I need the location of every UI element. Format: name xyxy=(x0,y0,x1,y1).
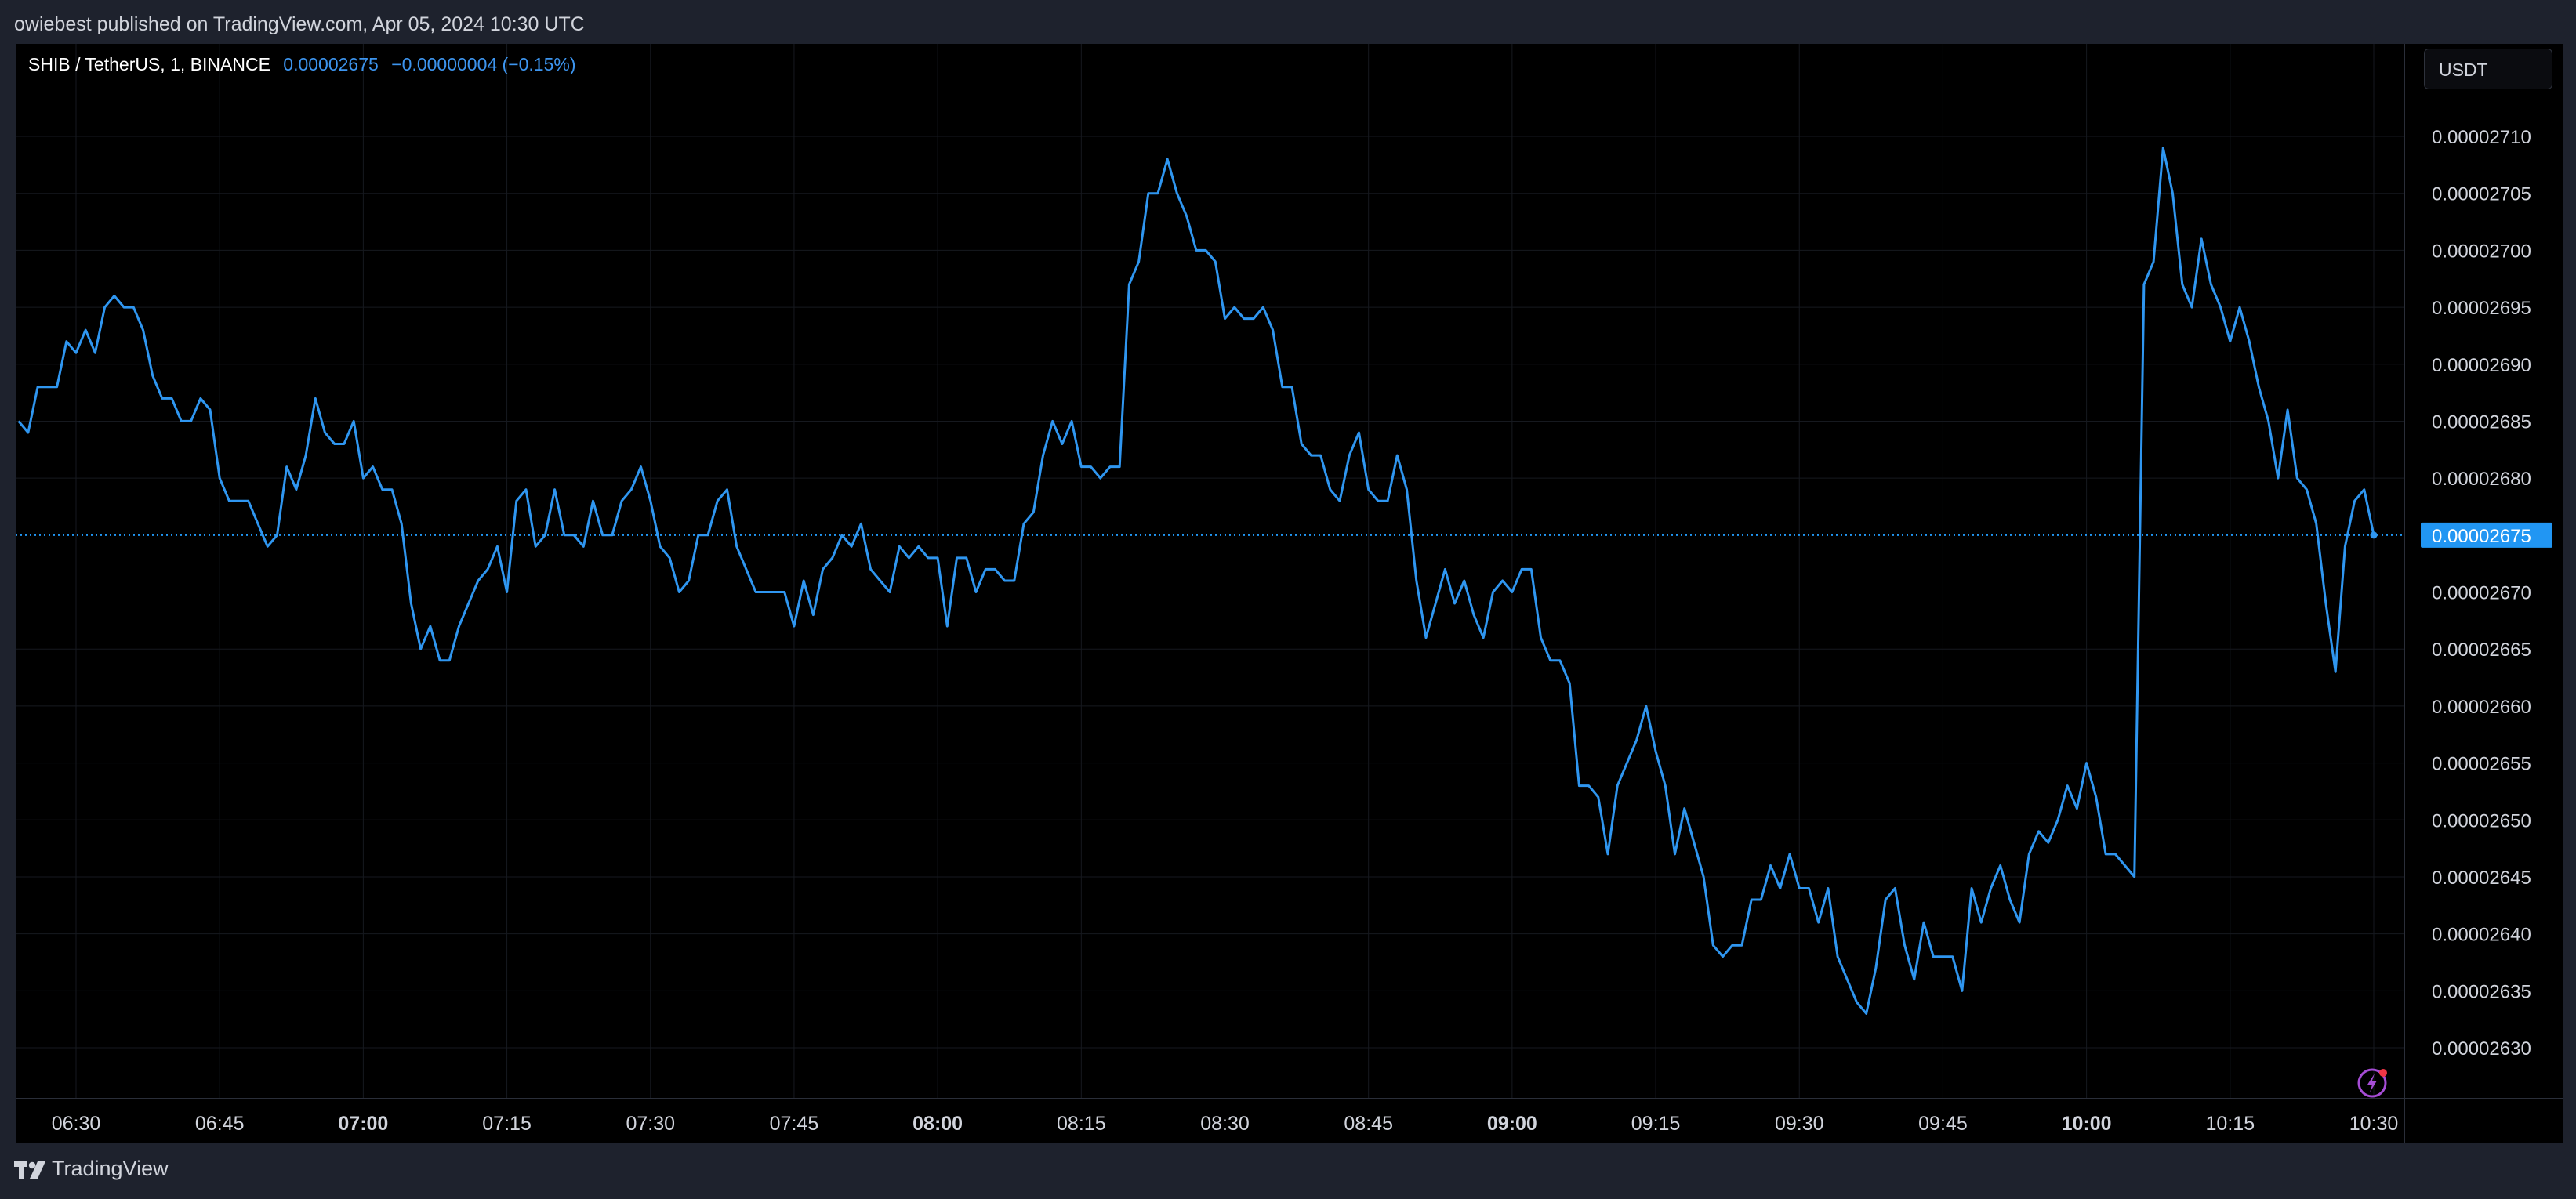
price-tick-label: 0.00002635 xyxy=(2432,981,2531,1002)
time-tick-label: 06:45 xyxy=(195,1113,245,1135)
time-tick-label: 10:15 xyxy=(2206,1113,2255,1135)
currency-button[interactable]: USDT xyxy=(2424,49,2552,89)
last-price-tag-label: 0.00002675 xyxy=(2432,526,2531,547)
time-tick-label: 09:00 xyxy=(1487,1113,1537,1135)
price-tick-label: 0.00002645 xyxy=(2432,868,2531,889)
price-tick-label: 0.00002695 xyxy=(2432,298,2531,319)
symbol-title[interactable]: SHIB / TetherUS, 1, BINANCE xyxy=(28,54,270,74)
publish-info-text: owiebest published on TradingView.com, A… xyxy=(14,13,585,35)
time-tick-label: 10:30 xyxy=(2349,1113,2399,1135)
tradingview-brand[interactable]: TradingView xyxy=(52,1157,169,1181)
price-tick-label: 0.00002700 xyxy=(2432,241,2531,262)
time-tick-label: 10:00 xyxy=(2062,1113,2112,1135)
price-tick-label: 0.00002690 xyxy=(2432,355,2531,376)
symbol-legend: SHIB / TetherUS, 1, BINANCE 0.00002675 −… xyxy=(28,54,576,75)
price-tick-label: 0.00002640 xyxy=(2432,925,2531,946)
price-change-value: −0.00000004 (−0.15%) xyxy=(391,54,576,74)
time-tick-label: 09:30 xyxy=(1775,1113,1824,1135)
price-tick-label: 0.00002680 xyxy=(2432,469,2531,490)
price-tick-label: 0.00002665 xyxy=(2432,639,2531,661)
time-tick-label: 08:00 xyxy=(912,1113,963,1135)
price-tick-label: 0.00002630 xyxy=(2432,1038,2531,1060)
time-tick-label: 08:30 xyxy=(1200,1113,1250,1135)
grid-lines xyxy=(16,44,2404,1099)
time-tick-label: 06:30 xyxy=(52,1113,101,1135)
time-tick-label: 07:00 xyxy=(338,1113,388,1135)
price-tick-label: 0.00002685 xyxy=(2432,411,2531,433)
price-tick-label: 0.00002660 xyxy=(2432,697,2531,718)
price-tick-label: 0.00002705 xyxy=(2432,184,2531,205)
time-tick-label: 07:15 xyxy=(482,1113,532,1135)
tradingview-logo-icon[interactable] xyxy=(14,1160,50,1180)
chart-pane[interactable]: 0.00002710 0.00002705 0.00002700 0.00002695… xyxy=(16,44,2563,1143)
last-price-value: 0.00002675 xyxy=(283,54,379,74)
price-tick-label: 0.00002670 xyxy=(2432,583,2531,604)
time-tick-label: 09:45 xyxy=(1918,1113,1968,1135)
time-tick-label: 07:30 xyxy=(626,1113,675,1135)
footer-bar: TradingView xyxy=(0,1143,2576,1199)
price-chart-svg[interactable]: 0.00002710 0.00002705 0.00002700 0.00002695… xyxy=(16,44,2563,1143)
price-tick-label: 0.00002710 xyxy=(2432,127,2531,148)
time-tick-label: 08:45 xyxy=(1344,1113,1393,1135)
flash-icon[interactable] xyxy=(2355,1063,2393,1100)
price-tick-label: 0.00002655 xyxy=(2432,754,2531,775)
publish-header: owiebest published on TradingView.com, A… xyxy=(0,0,2576,44)
time-tick-label: 09:15 xyxy=(1631,1113,1681,1135)
time-tick-label: 07:45 xyxy=(770,1113,819,1135)
price-series-line xyxy=(17,147,2375,1015)
last-point-marker xyxy=(2370,531,2378,539)
price-tick-label: 0.00002650 xyxy=(2432,810,2531,831)
time-tick-label: 08:15 xyxy=(1057,1113,1106,1135)
